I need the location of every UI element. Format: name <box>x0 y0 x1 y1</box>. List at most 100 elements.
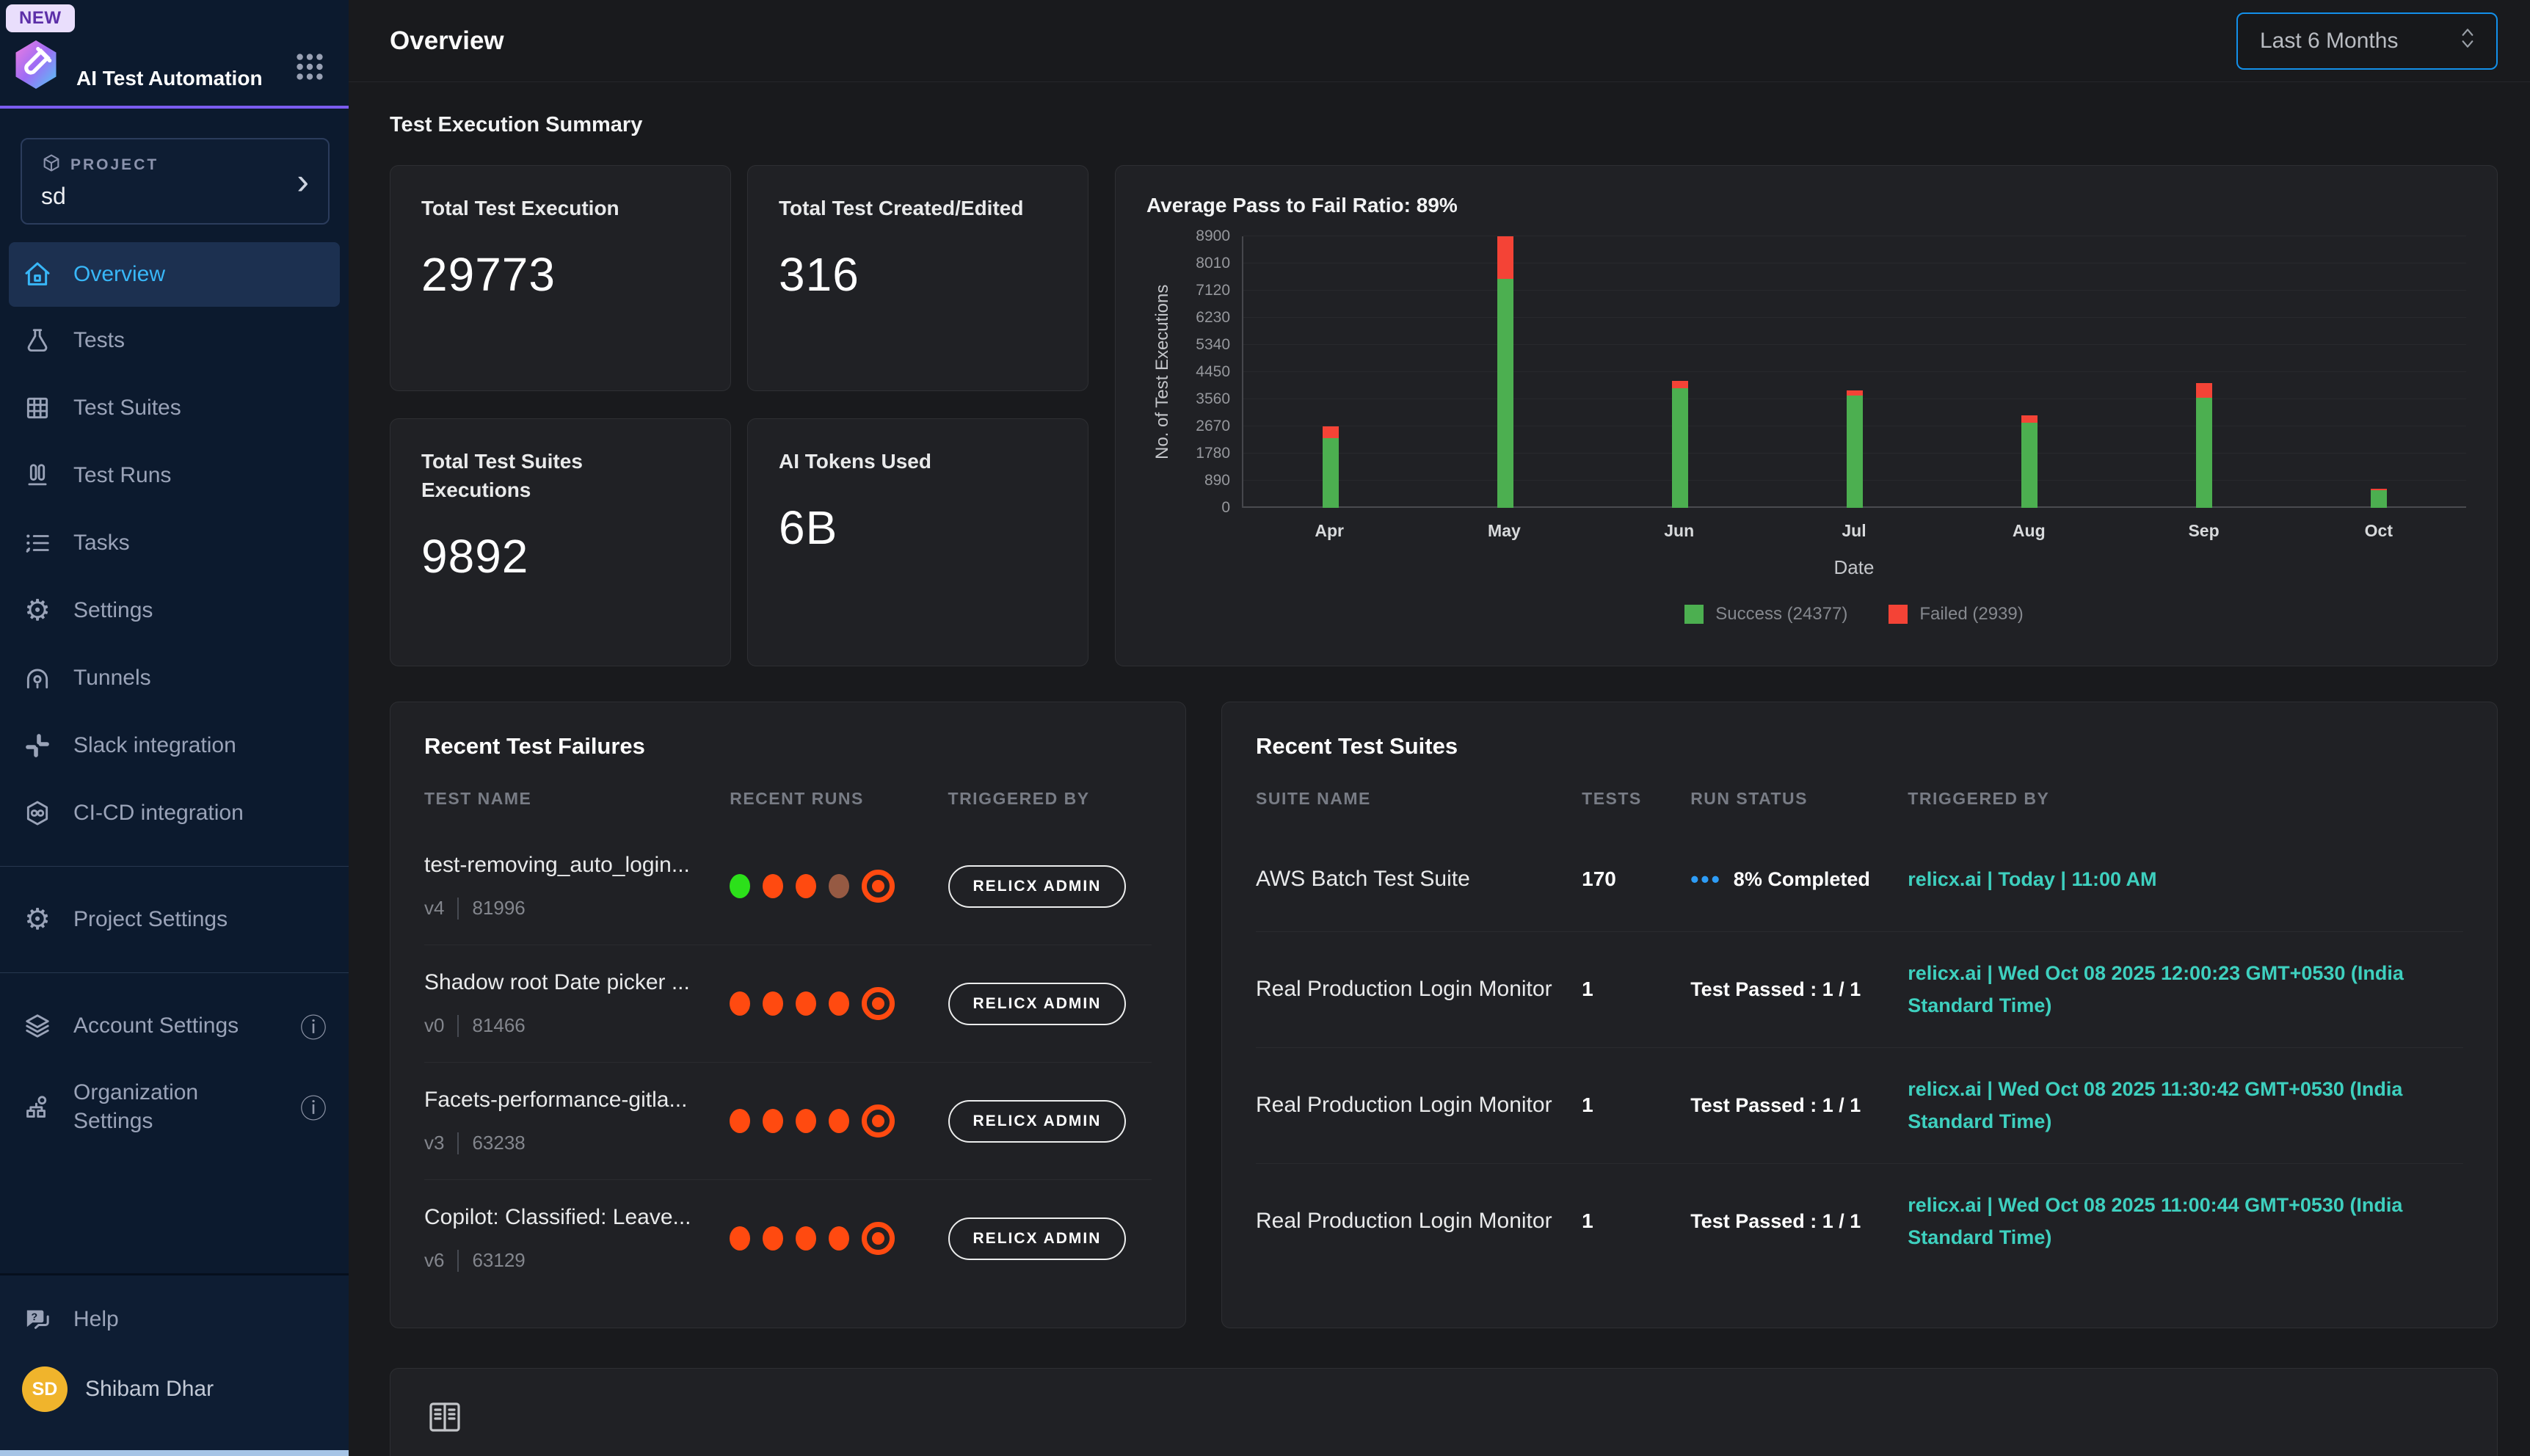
test-name[interactable]: Shadow root Date picker ... <box>424 970 730 995</box>
table-row[interactable]: Copilot: Classified: Leave... v663129 RE… <box>424 1179 1152 1297</box>
run-dot-red[interactable] <box>763 991 783 1016</box>
gear-icon: ⚙ <box>22 905 53 934</box>
triggered-by-button[interactable]: RELICX ADMIN <box>948 1217 1127 1260</box>
table-row[interactable]: Shadow root Date picker ... v081466 RELI… <box>424 944 1152 1062</box>
run-dot-green[interactable] <box>730 874 750 898</box>
horizontal-scrollbar[interactable] <box>0 1450 349 1456</box>
sidebar-item-tasks[interactable]: Tasks <box>0 509 349 577</box>
triggered-by-button[interactable]: RELICX ADMIN <box>948 983 1127 1025</box>
column-header: RECENT RUNS <box>730 789 948 809</box>
run-dot-red[interactable] <box>829 1109 849 1133</box>
run-dot-ring[interactable] <box>862 1104 895 1138</box>
run-dot-red[interactable] <box>730 1109 750 1133</box>
test-name[interactable]: Copilot: Classified: Leave... <box>424 1205 730 1230</box>
legend-item-failed[interactable]: Failed (2939) <box>1889 604 2023 625</box>
bar-jul[interactable] <box>1847 236 1863 508</box>
suite-name[interactable]: Real Production Login Monitor <box>1256 977 1582 1002</box>
run-dot-red[interactable] <box>730 991 750 1016</box>
divider <box>0 866 349 867</box>
suite-name[interactable]: AWS Batch Test Suite <box>1256 867 1582 892</box>
sidebar-item-label: Test Suites <box>73 396 181 421</box>
triggered-by-link[interactable]: relicx.ai | Wed Oct 08 2025 11:00:44 GMT… <box>1908 1189 2463 1254</box>
sidebar-item-slack-integration[interactable]: Slack integration <box>0 712 349 779</box>
suite-name[interactable]: Real Production Login Monitor <box>1256 1209 1582 1234</box>
sidebar-item-test-suites[interactable]: Test Suites <box>0 374 349 442</box>
triggered-by-link[interactable]: relicx.ai | Wed Oct 08 2025 12:00:23 GMT… <box>1908 957 2463 1022</box>
sidebar-item-tests[interactable]: Tests <box>0 307 349 374</box>
run-dot-red[interactable] <box>763 874 783 898</box>
triggered-by-link[interactable]: relicx.ai | Wed Oct 08 2025 11:30:42 GMT… <box>1908 1073 2463 1138</box>
sidebar-item-overview[interactable]: Overview <box>9 242 340 307</box>
run-dot-brown[interactable] <box>829 874 849 898</box>
run-dot-red[interactable] <box>763 1109 783 1133</box>
run-dot-red[interactable] <box>796 1109 816 1133</box>
bar-segment-success <box>2196 398 2212 508</box>
sidebar-item-organization-settings[interactable]: Organization Settings ⓘ <box>0 1060 349 1154</box>
triggered-by-button[interactable]: RELICX ADMIN <box>948 865 1127 908</box>
run-dot-red[interactable] <box>796 874 816 898</box>
task-list-icon <box>22 529 53 557</box>
run-status: Test Passed : 1 / 1 <box>1690 1094 1908 1117</box>
triggered-by-button[interactable]: RELICX ADMIN <box>948 1100 1127 1143</box>
date-range-value: Last 6 Months <box>2260 29 2398 54</box>
info-icon[interactable]: ⓘ <box>300 1007 327 1045</box>
main-content: Overview Last 6 Months Test Execution Su… <box>349 0 2530 1456</box>
run-dot-red[interactable] <box>829 1226 849 1251</box>
table-row[interactable]: Facets-performance-gitla... v363238 RELI… <box>424 1062 1152 1179</box>
sidebar-item-help[interactable]: ? Help <box>0 1286 349 1353</box>
stat-label: AI Tokens Used <box>779 447 1057 476</box>
run-status-text: 8% Completed <box>1734 868 1870 891</box>
project-label: PROJECT <box>70 156 159 174</box>
bar-segment-failed <box>1323 426 1339 438</box>
x-tick-oct: Oct <box>2291 521 2466 541</box>
legend-item-success[interactable]: Success (24377) <box>1684 604 1847 625</box>
sidebar-item-label: Help <box>73 1307 119 1332</box>
bar-oct[interactable] <box>2371 236 2387 508</box>
layers-icon <box>22 1012 53 1040</box>
table-row[interactable]: Real Production Login Monitor 1 Test Pas… <box>1256 1163 2463 1279</box>
table-row[interactable]: Real Production Login Monitor 1 Test Pas… <box>1256 1047 2463 1163</box>
run-dot-red[interactable] <box>796 991 816 1016</box>
bar-sep[interactable] <box>2196 236 2212 508</box>
app-launcher-icon[interactable] <box>293 50 327 84</box>
sidebar-item-cicd-integration[interactable]: CI-CD integration <box>0 779 349 847</box>
suite-name[interactable]: Real Production Login Monitor <box>1256 1093 1582 1118</box>
bar-apr[interactable] <box>1323 236 1339 508</box>
run-dot-red[interactable] <box>763 1226 783 1251</box>
x-axis-title: Date <box>1242 556 2466 579</box>
table-row[interactable]: test-removing_auto_login... v481996 RELI… <box>424 828 1152 944</box>
chevron-updown-icon <box>2458 26 2477 57</box>
sidebar-item-account-settings[interactable]: Account Settings ⓘ <box>0 992 349 1060</box>
run-dot-ring[interactable] <box>862 870 895 903</box>
user-menu[interactable]: SD Shibam Dhar <box>0 1353 349 1412</box>
table-row[interactable]: AWS Batch Test Suite 170 ••• 8% Complete… <box>1256 828 2463 931</box>
triggered-by-link[interactable]: relicx.ai | Today | 11:00 AM <box>1908 863 2463 896</box>
run-dot-red[interactable] <box>730 1226 750 1251</box>
table-row[interactable]: Real Production Login Monitor 1 Test Pas… <box>1256 931 2463 1047</box>
sidebar-item-test-runs[interactable]: Test Runs <box>0 442 349 509</box>
section-title: Test Execution Summary <box>390 113 2498 137</box>
slack-icon <box>22 732 53 760</box>
test-name[interactable]: Facets-performance-gitla... <box>424 1088 730 1113</box>
run-dot-ring[interactable] <box>862 1222 895 1255</box>
recent-run-dots <box>730 987 948 1020</box>
bar-aug[interactable] <box>2021 236 2038 508</box>
user-name: Shibam Dhar <box>85 1377 214 1402</box>
bar-jun[interactable] <box>1672 236 1688 508</box>
bar-segment-success <box>1672 388 1688 508</box>
run-dot-red[interactable] <box>796 1226 816 1251</box>
date-range-select[interactable]: Last 6 Months <box>2236 12 2498 70</box>
sidebar-item-settings[interactable]: ⚙ Settings <box>0 577 349 644</box>
run-dot-ring[interactable] <box>862 987 895 1020</box>
run-dot-red[interactable] <box>829 991 849 1016</box>
sidebar-item-tunnels[interactable]: Tunnels <box>0 644 349 712</box>
gear-icon: ⚙ <box>22 596 53 625</box>
stat-card-ai-tokens: AI Tokens Used 6B <box>747 418 1088 666</box>
info-icon[interactable]: ⓘ <box>300 1088 327 1126</box>
column-header: SUITE NAME <box>1256 789 1582 809</box>
bar-may[interactable] <box>1497 236 1513 508</box>
stat-label: Total Test Created/Edited <box>779 194 1057 222</box>
project-selector[interactable]: PROJECT sd › <box>21 138 330 225</box>
sidebar-item-project-settings[interactable]: ⚙ Project Settings <box>0 886 349 953</box>
test-name[interactable]: test-removing_auto_login... <box>424 853 730 878</box>
